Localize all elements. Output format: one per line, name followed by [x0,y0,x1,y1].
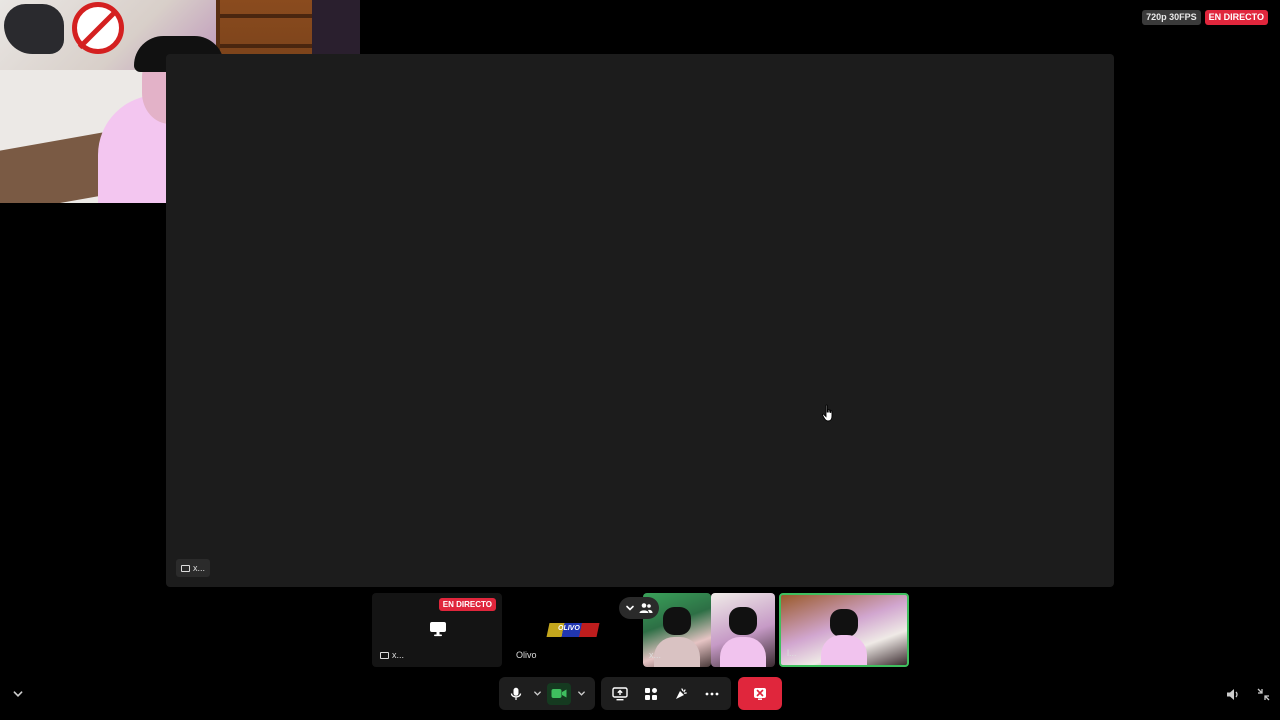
share-screen-icon [612,686,628,700]
monitor-icon [430,622,446,637]
hand-cursor-icon [822,404,833,422]
participant-head [729,607,757,635]
share-screen-button[interactable] [609,683,631,705]
chevron-down-icon [13,691,23,697]
camera-icon [551,689,567,698]
minimize-icon [1257,688,1269,700]
quality-badge: 720p 30FPS [1142,10,1201,25]
live-badge: EN DIRECTO [1204,10,1268,25]
tile-label: x... [649,650,661,660]
volume-button[interactable] [1223,684,1243,704]
camera-options-button[interactable] [575,683,587,705]
microphone-options-button[interactable] [531,683,543,705]
chevron-down-icon[interactable] [625,603,635,613]
participant-body [821,635,867,665]
tile-label-text: l... [787,648,797,658]
tile-label: x... [380,650,404,660]
call-tools [601,677,731,710]
olivo-logo-text: OLIVO [558,625,580,632]
microphone-icon [510,687,522,700]
volume-icon [1227,688,1238,700]
soundboard-icon [676,687,688,699]
tile-label-text: x... [649,650,662,660]
participant-strip-controls[interactable] [619,597,659,619]
participant-head [663,607,691,635]
camera-button[interactable] [547,682,571,705]
participant-head [830,609,858,637]
tile-label: l... [787,648,797,658]
participant-tile-camera-3-active[interactable]: l... [779,593,909,667]
tile-label-text: Olivo [516,650,537,660]
end-call-icon [754,687,766,700]
stream-badges: 720p 30FPS EN DIRECTO [1142,10,1268,25]
stage-tag-label: x... [193,563,206,573]
soundboard-button[interactable] [670,683,692,705]
webcam-scene-cap [4,4,64,54]
more-options-button[interactable] [701,683,723,705]
tile-label-text: x... [392,650,405,660]
monitor-icon [181,564,190,572]
main-stream-stage[interactable]: x... [166,54,1114,587]
activities-button[interactable] [640,683,662,705]
minimize-button[interactable] [1253,684,1273,704]
media-controls [499,677,595,710]
tile-live-badge: EN DIRECTO [438,598,496,611]
chevron-down-icon [533,691,541,696]
more-icon [705,692,719,695]
webcam-scene-sign [72,2,124,54]
microphone-button[interactable] [505,683,527,705]
activities-icon [644,687,657,700]
stage-stream-tag[interactable]: x... [176,559,211,577]
people-icon[interactable] [639,602,653,614]
chevron-down-icon [577,691,585,696]
end-call-button[interactable] [738,677,782,710]
collapse-button[interactable] [8,684,28,704]
participant-tile-camera-2[interactable] [711,593,775,667]
participant-body [720,637,766,667]
participant-tile-screen[interactable]: EN DIRECTO x... [372,593,502,667]
tile-label: Olivo [516,650,537,660]
monitor-icon [380,651,389,659]
